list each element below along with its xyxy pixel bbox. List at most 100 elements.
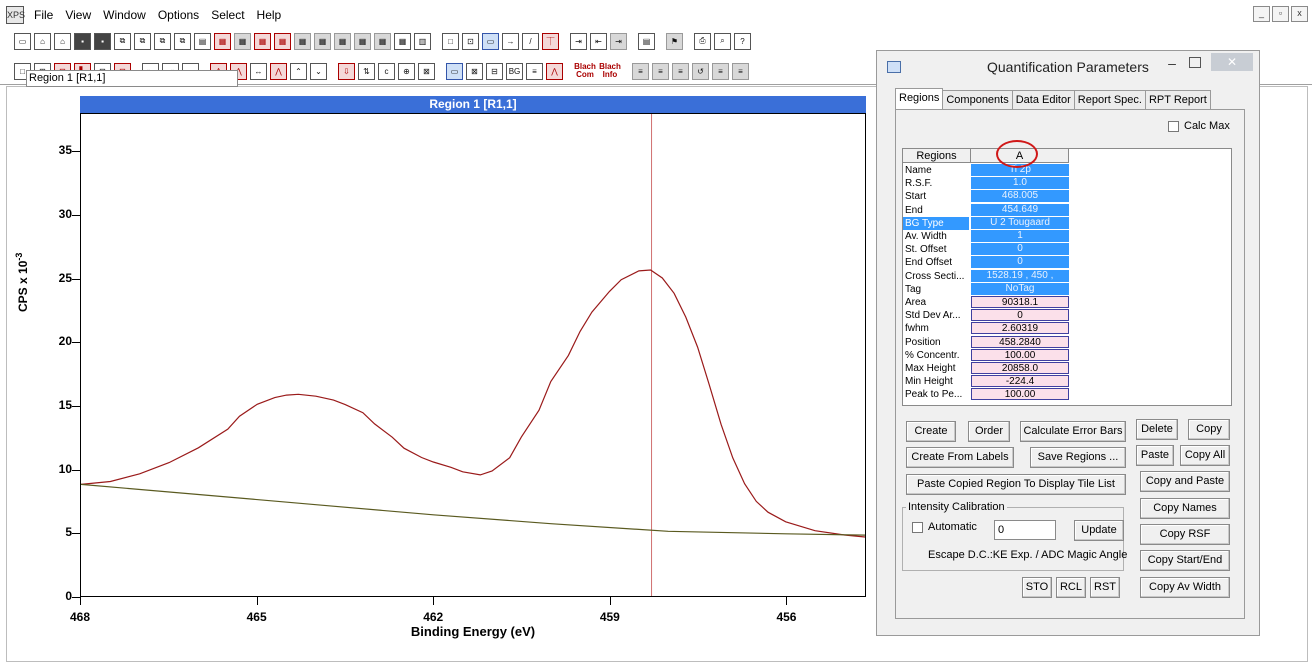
edit-icon[interactable]: ≡ [732,62,749,80]
chart-icon[interactable]: ▦ [334,32,351,50]
grid-row[interactable]: Cross Secti... 1528.19 , 450 , [903,269,1233,283]
grid-row-value[interactable]: 2.60319 [971,322,1069,335]
tag-icon[interactable]: ⊕ [398,62,415,80]
exp-icon[interactable]: ≡ [652,62,669,80]
tab-data-editor[interactable]: Data Editor [1011,90,1075,109]
chart-icon[interactable]: ▦ [394,32,411,50]
plot-area[interactable] [80,113,866,597]
copy-start-end-button[interactable]: Copy Start/End [1140,550,1230,571]
copy-icon[interactable]: ⧉ [154,32,171,50]
exp-icon[interactable]: ≡ [632,62,649,80]
minimize-button[interactable]: _ [1253,6,1270,22]
grid-row-value[interactable]: 1528.19 , 450 , [971,269,1069,282]
rect-icon[interactable]: ▭ [446,62,463,80]
grid-row-value[interactable]: -224.4 [971,375,1069,388]
grid-row-value[interactable]: 20858.0 [971,362,1069,374]
copy-icon[interactable]: ⧉ [174,32,191,50]
window-icon[interactable]: ⊡ [462,32,479,50]
update-button[interactable]: Update [1074,520,1124,541]
copy-av-width-button[interactable]: Copy Av Width [1140,577,1230,598]
tab-components[interactable]: Components [942,90,1013,109]
print-preview-icon[interactable]: ⌕ [714,32,731,50]
grid-row[interactable]: fwhm 2.60319 [903,322,1233,335]
book-icon[interactable]: ▤ [638,32,655,50]
menu-help[interactable]: Help [257,8,282,22]
grid-row[interactable]: St. Offset 0 [903,243,1233,256]
create-from-labels-button[interactable]: Create From Labels [906,447,1014,468]
grid-header-regions[interactable]: Regions [903,149,971,163]
equals-icon[interactable]: ≡ [712,62,729,80]
pen-icon[interactable]: / [522,32,539,50]
flag-icon[interactable]: ⚑ [666,32,683,50]
chart-icon[interactable]: ▦ [214,32,231,50]
paste-button[interactable]: Paste [1136,445,1174,466]
delete-button[interactable]: Delete [1136,419,1178,440]
paste-copied-region-button[interactable]: Paste Copied Region To Display Tile List [906,474,1126,495]
regions-grid[interactable]: Regions A Name Ti 2p R.S.F. 1.0 Start 468.005… [902,148,1232,406]
grid-row-value[interactable]: 0 [971,243,1069,256]
window-icon[interactable]: □ [442,32,459,50]
dialog-maximize-button[interactable] [1189,57,1201,68]
copy-rsf-button[interactable]: Copy RSF [1140,524,1230,545]
grid-row-value[interactable]: 100.00 [971,388,1069,401]
chart-icon[interactable]: ▦ [234,32,251,50]
menu-options[interactable]: Options [158,8,199,22]
grid-row[interactable]: Position 458.2840 [903,335,1233,349]
graph-icon[interactable]: ⊠ [466,62,483,80]
arrow-in-icon[interactable]: ⇥ [570,32,587,50]
sto-button[interactable]: STO [1022,577,1052,598]
graph-icon[interactable]: ⊠ [418,62,435,80]
dialog-close-button[interactable]: ✕ [1211,53,1253,71]
grid-row[interactable]: Min Height -224.4 [903,375,1233,388]
chart-icon[interactable]: ▦ [254,32,271,50]
save-icon[interactable]: ▪ [74,32,91,50]
grid-row[interactable]: BG Type U 2 Tougaard [903,216,1233,230]
document-icon[interactable]: ▥ [414,32,431,50]
grid-row[interactable]: % Concentr. 100.00 [903,348,1233,362]
chart-icon[interactable]: ▦ [374,32,391,50]
grid-row-value[interactable]: U 2 Tougaard [971,216,1069,229]
be-ke-icon[interactable]: ⇅ [358,62,375,80]
grid-row[interactable]: Peak to Pe... 100.00 [903,388,1233,401]
chevron-down-icon[interactable]: ⌄ [310,62,327,80]
automatic-check-box[interactable] [912,521,923,533]
open-folder-icon[interactable]: ⌂ [34,32,51,50]
grid-row[interactable]: Av. Width 1 [903,230,1233,243]
grid-row-value[interactable]: 454.649 [971,203,1069,216]
grid-row-value[interactable]: 90318.1 [971,296,1069,308]
page-icon[interactable]: ▤ [194,32,211,50]
grid-row-value[interactable]: 0 [971,309,1069,322]
grid-row-value[interactable]: 468.005 [971,190,1069,203]
bg-icon[interactable]: BG [506,62,523,80]
create-button[interactable]: Create [906,421,956,442]
grid-row[interactable]: Area 90318.1 [903,296,1233,309]
close-button[interactable]: x [1291,6,1308,22]
chart-icon[interactable]: ▦ [274,32,291,50]
new-file-icon[interactable]: ▭ [14,32,31,50]
calculate-error-bars-button[interactable]: Calculate Error Bars [1020,421,1126,442]
copy-icon[interactable]: ⧉ [134,32,151,50]
open-folder-icon[interactable]: ⌂ [54,32,71,50]
grid-row[interactable]: Tag NoTag [903,282,1233,296]
intensity-value-field[interactable]: 0 [994,520,1056,540]
tab-report-spec[interactable]: Report Spec. [1073,90,1146,109]
rcl-button[interactable]: RCL [1056,577,1086,598]
peak-icon[interactable]: ⏉ [542,32,559,50]
blach-com-label[interactable]: Blach Com [574,63,596,79]
copy-icon[interactable]: ⧉ [114,32,131,50]
grid-row[interactable]: End Offset 0 [903,256,1233,269]
grid-row-value[interactable]: 0 [971,256,1069,269]
grid-row[interactable]: Max Height 20858.0 [903,362,1233,375]
automatic-checkbox[interactable]: Automatic [912,521,977,533]
window-icon[interactable]: ▭ [482,32,499,50]
el-icon[interactable]: ≡ [672,62,689,80]
grid-row-value[interactable]: 1.0 [971,177,1069,190]
bg-sub-icon[interactable]: ≡ [526,62,543,80]
graph-icon[interactable]: ⊟ [486,62,503,80]
copy-names-button[interactable]: Copy Names [1140,498,1230,519]
copy-button[interactable]: Copy [1188,419,1230,440]
grid-row[interactable]: End 454.649 [903,203,1233,217]
expand-icon[interactable]: ↔ [250,62,267,80]
chevron-up-icon[interactable]: ⌃ [290,62,307,80]
menu-window[interactable]: Window [103,8,146,22]
